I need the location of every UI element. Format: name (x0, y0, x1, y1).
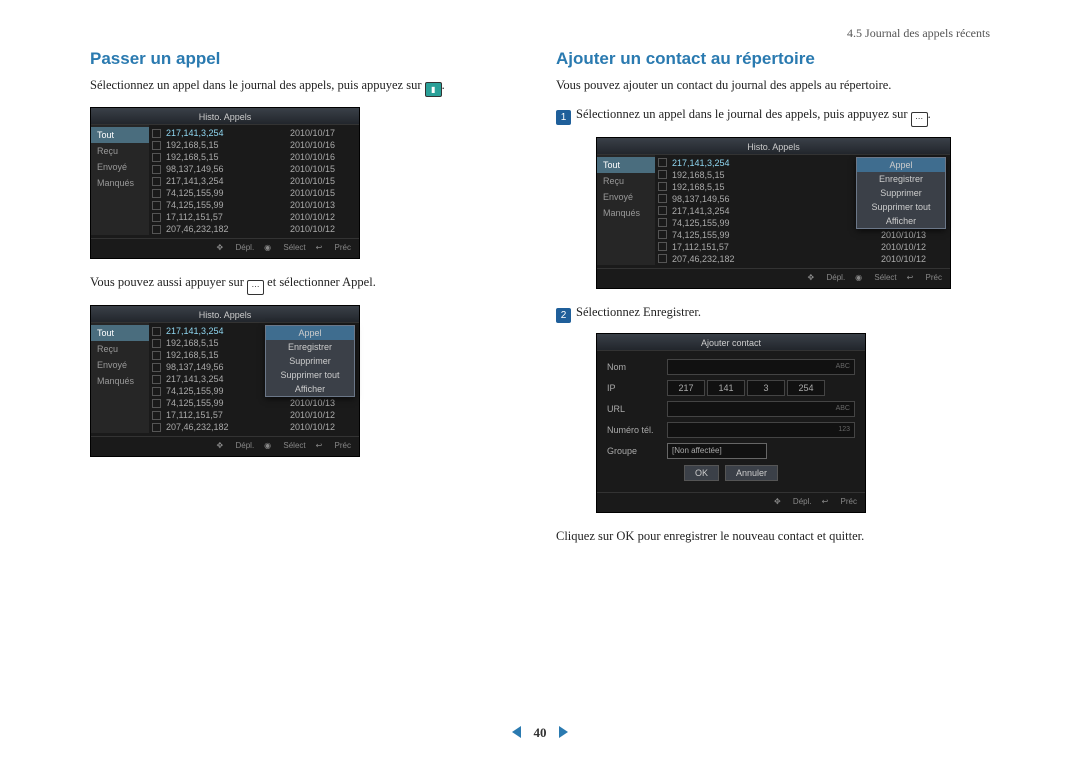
screenshot-add-contact: Ajouter contact NomABC IP2171413254 URLA… (596, 333, 866, 513)
step-badge-2: 2 (556, 308, 571, 323)
right-column: Ajouter un contact au répertoire Vous po… (556, 49, 990, 556)
screen-tabs: Tout Reçu Envoyé Manqués (91, 125, 149, 235)
screen-title: Histo. Appels (91, 306, 359, 323)
left-p1: Sélectionnez un appel dans le journal de… (90, 76, 524, 97)
cancel-button: Annuler (725, 465, 778, 481)
menu-icon: ⋯ (911, 112, 928, 127)
page-navigation: 40 (0, 725, 1080, 741)
right-p2: Cliquez sur OK pour enregistrer le nouve… (556, 527, 990, 546)
screen-tabs: Tout Reçu Envoyé Manqués (91, 323, 149, 433)
screenshot-call-log-popup: Histo. Appels Tout Reçu Envoyé Manqués 2… (90, 305, 360, 457)
page-number: 40 (534, 725, 547, 740)
right-p1: Vous pouvez ajouter un contact du journa… (556, 76, 990, 95)
next-page-icon[interactable] (559, 726, 568, 738)
right-heading: Ajouter un contact au répertoire (556, 49, 990, 69)
tab-all: Tout (91, 127, 149, 143)
group-select: [Non affectée] (667, 443, 767, 459)
screen-footer: ✥ Dépl.◉ Sélect↩ Préc (91, 238, 359, 252)
tab-missed: Manqués (91, 175, 149, 191)
tel-field: 123 (667, 422, 855, 438)
screenshot-call-log-popup-2: Histo. Appels Tout Reçu Envoyé Manqués 2… (596, 137, 951, 289)
left-column: Passer un appel Sélectionnez un appel da… (90, 49, 524, 556)
step-2: 2Sélectionnez Enregistrer. (556, 303, 990, 323)
ok-button: OK (684, 465, 719, 481)
breadcrumb: 4.5 Journal des appels récents (90, 26, 990, 41)
screen-list: 217,141,3,2542010/10/17192,168,5,152010/… (149, 125, 359, 235)
url-field: ABC (667, 401, 855, 417)
screen-list: 217,141,3,254192,168,5,15192,168,5,1598,… (149, 323, 359, 433)
screen-title: Histo. Appels (91, 108, 359, 125)
step-1: 1Sélectionnez un appel dans le journal d… (556, 105, 990, 127)
menu-icon: ⋯ (247, 280, 264, 295)
step-badge-1: 1 (556, 110, 571, 125)
tab-received: Reçu (91, 143, 149, 159)
left-heading: Passer un appel (90, 49, 524, 69)
tab-sent: Envoyé (91, 159, 149, 175)
context-menu: Appel Enregistrer Supprimer Supprimer to… (265, 325, 355, 397)
context-menu: Appel Enregistrer Supprimer Supprimer to… (856, 157, 946, 229)
ip-field: 2171413254 (667, 380, 827, 396)
left-p2: Vous pouvez aussi appuyer sur ⋯ et sélec… (90, 273, 524, 295)
name-field: ABC (667, 359, 855, 375)
call-icon: ▮ (425, 82, 442, 97)
screenshot-call-log-1: Histo. Appels Tout Reçu Envoyé Manqués 2… (90, 107, 360, 259)
prev-page-icon[interactable] (512, 726, 521, 738)
